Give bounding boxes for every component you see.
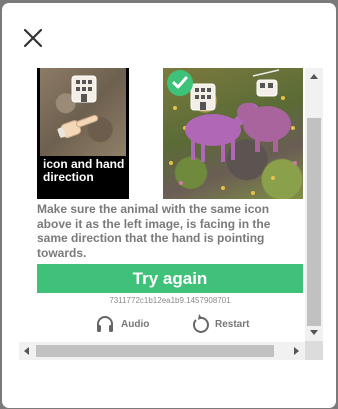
challenge-frame: icon and hand direction Make sure the an… — [19, 68, 323, 360]
answer-image[interactable] — [163, 68, 303, 199]
instruction-text: Make sure the animal with the same icon … — [37, 202, 271, 260]
scroll-left-arrow[interactable] — [24, 347, 29, 355]
scroll-right-arrow[interactable] — [294, 347, 299, 355]
cable-car-icon — [252, 69, 280, 97]
reference-icons — [57, 75, 99, 139]
try-again-button[interactable]: Try again — [37, 264, 303, 293]
audio-label: Audio — [121, 318, 150, 330]
headphones-icon — [97, 316, 113, 332]
selected-check-badge — [167, 70, 193, 96]
boar-animal — [237, 103, 291, 152]
horizontal-scroll-thumb[interactable] — [36, 345, 274, 357]
reference-image: icon and hand direction — [37, 68, 129, 199]
building-icon — [190, 83, 216, 111]
session-code: 7311772c1b12ea1b9.1457908701 — [109, 296, 231, 305]
close-icon[interactable] — [22, 27, 44, 49]
reference-photo — [40, 68, 126, 156]
reference-caption: icon and hand direction — [43, 157, 125, 184]
restart-button[interactable]: Restart — [191, 312, 249, 336]
building-icon — [71, 75, 97, 103]
restart-icon — [193, 314, 209, 333]
hand-pointing-icon — [57, 114, 99, 139]
challenge-content: icon and hand direction Make sure the an… — [19, 68, 303, 341]
scrollbar-corner — [305, 341, 323, 360]
restart-label: Restart — [215, 318, 250, 330]
audio-button[interactable]: Audio — [95, 312, 149, 336]
scroll-down-arrow[interactable] — [310, 330, 318, 335]
captcha-dialog: icon and hand direction Make sure the an… — [2, 3, 336, 408]
vertical-scrollbar[interactable] — [305, 68, 323, 341]
scroll-up-arrow[interactable] — [310, 74, 318, 79]
vertical-scroll-thumb[interactable] — [307, 118, 321, 326]
horizontal-scrollbar[interactable] — [19, 342, 305, 360]
check-icon — [172, 76, 188, 89]
